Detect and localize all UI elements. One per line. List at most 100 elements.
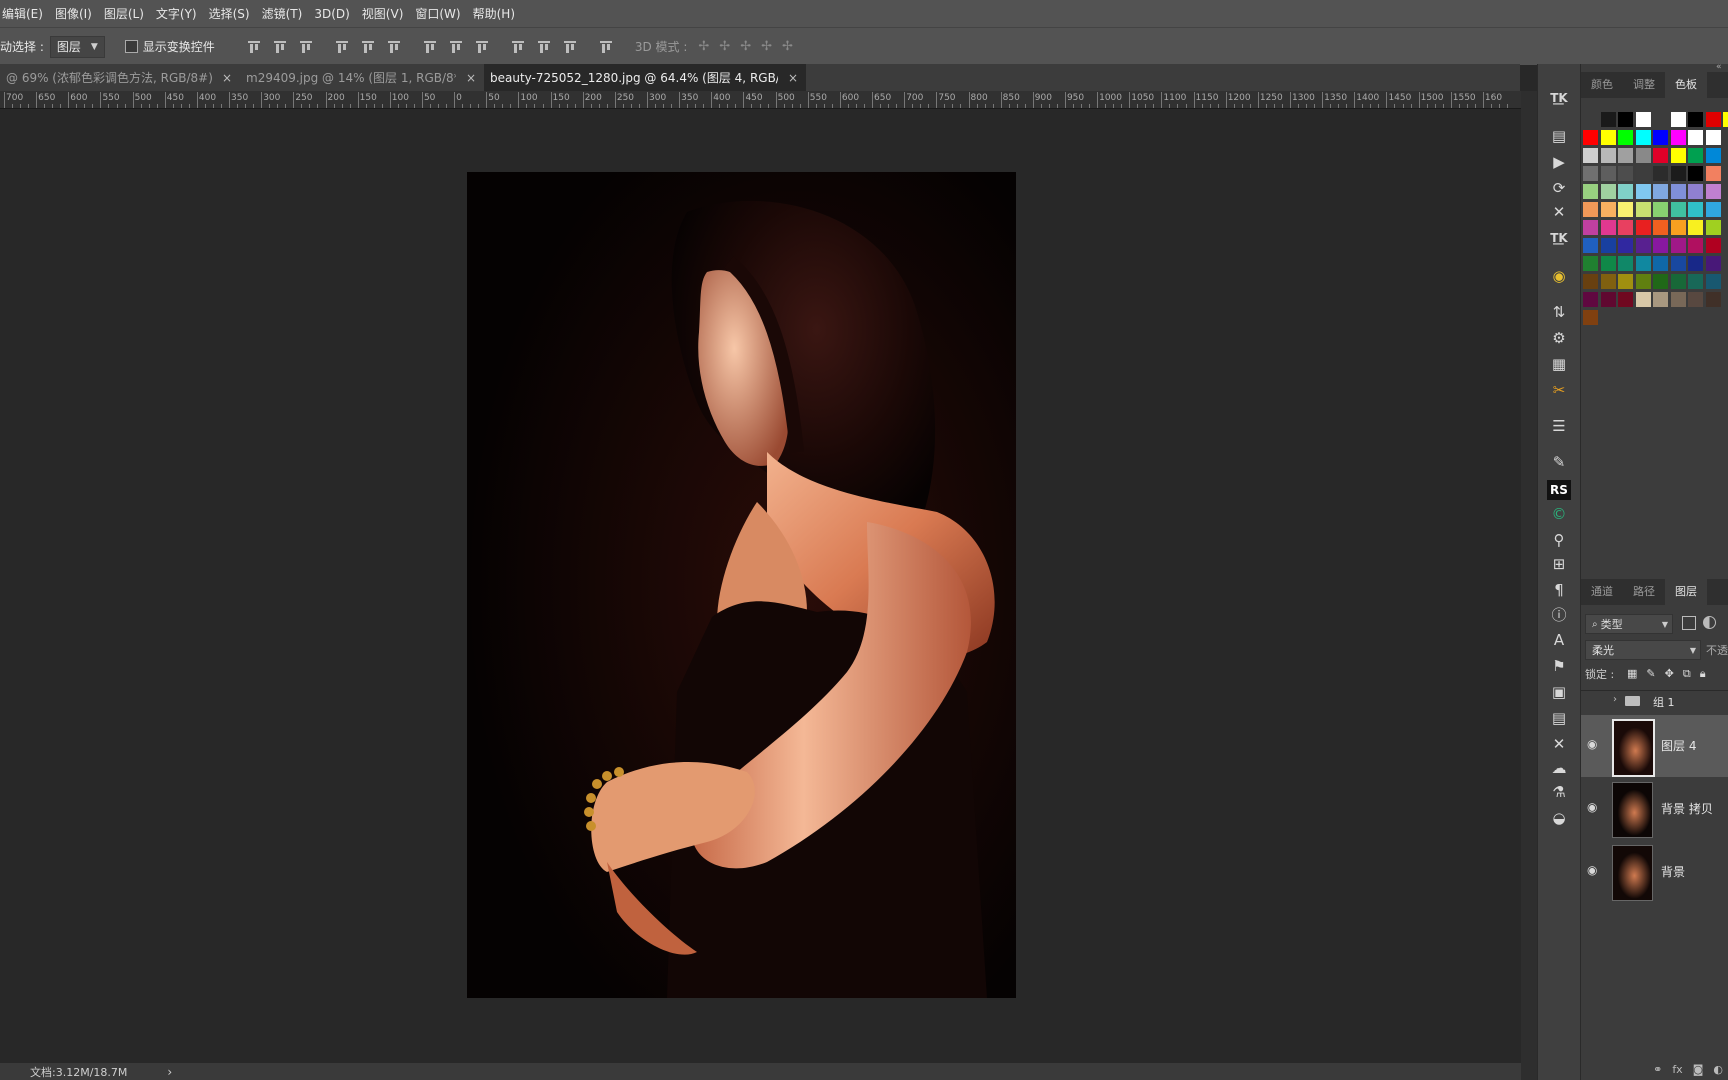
color-swatch[interactable]: [1688, 112, 1703, 127]
tool-adjust-icon[interactable]: ⇅: [1547, 302, 1571, 322]
color-swatch[interactable]: [1670, 130, 1686, 145]
color-swatch[interactable]: [1618, 256, 1633, 271]
color-swatch[interactable]: [1600, 274, 1616, 289]
menu-item-4[interactable]: 选择(S): [209, 5, 250, 22]
eye-icon[interactable]: ◉: [1587, 800, 1601, 814]
color-swatch[interactable]: [1670, 274, 1686, 289]
document-photo[interactable]: [467, 172, 1016, 998]
color-swatch[interactable]: [1670, 202, 1686, 217]
lock-artboard-icon[interactable]: ⧉: [1683, 667, 1691, 681]
tool-TK2-icon[interactable]: T͟K: [1547, 228, 1571, 248]
roll-3d-icon[interactable]: ✢: [719, 39, 730, 54]
close-icon[interactable]: ×: [222, 71, 232, 85]
color-swatch[interactable]: [1705, 130, 1721, 145]
tool-C-icon[interactable]: ©: [1547, 504, 1571, 524]
color-swatch[interactable]: [1688, 274, 1703, 289]
color-swatch[interactable]: [1688, 166, 1703, 181]
slide-3d-icon[interactable]: ✢: [761, 39, 772, 54]
color-swatch[interactable]: [1670, 148, 1686, 163]
fx-icon[interactable]: fx: [1672, 1063, 1682, 1076]
color-swatch[interactable]: [1723, 130, 1728, 145]
show-transform-checkbox[interactable]: [124, 40, 138, 53]
color-swatch[interactable]: [1618, 238, 1633, 253]
color-swatch[interactable]: [1600, 166, 1616, 181]
tool-clipboard-icon[interactable]: ▤: [1547, 126, 1571, 146]
color-swatch[interactable]: [1723, 184, 1728, 199]
link-icon[interactable]: ⚭: [1653, 1063, 1662, 1076]
layer-row[interactable]: ◉ 背景: [1581, 841, 1728, 903]
align-icon-9[interactable]: [511, 40, 525, 54]
color-panel-tab-1[interactable]: 调整: [1623, 76, 1665, 98]
color-swatch[interactable]: [1705, 292, 1721, 307]
color-swatch[interactable]: [1653, 292, 1668, 307]
color-swatch[interactable]: [1635, 130, 1651, 145]
align-icon-12[interactable]: [599, 40, 613, 54]
color-swatch[interactable]: [1653, 130, 1668, 145]
lock-transparent-icon[interactable]: ▦: [1627, 667, 1637, 681]
eye-icon[interactable]: ◉: [1587, 737, 1601, 751]
align-icon-4[interactable]: [361, 40, 375, 54]
menu-item-8[interactable]: 窗口(W): [415, 5, 460, 22]
color-swatch[interactable]: [1653, 148, 1668, 163]
tool-cloud-icon[interactable]: ☁: [1547, 758, 1571, 778]
color-swatch[interactable]: [1723, 166, 1728, 181]
color-swatch[interactable]: [1635, 184, 1651, 199]
color-swatch[interactable]: [1600, 238, 1616, 253]
color-swatch[interactable]: [1635, 238, 1651, 253]
align-icon-5[interactable]: [387, 40, 401, 54]
tool--icon[interactable]: ¶: [1547, 580, 1571, 600]
color-swatch[interactable]: [1723, 256, 1728, 271]
image-filter-icon[interactable]: [1682, 616, 1696, 630]
tool-gear-icon[interactable]: ⚙: [1547, 328, 1571, 348]
color-swatch[interactable]: [1635, 112, 1651, 127]
tool-cross-icon[interactable]: ✕: [1547, 202, 1571, 222]
pan-3d-icon[interactable]: ✢: [740, 39, 751, 54]
layers-panel-tab-0[interactable]: 通道: [1581, 583, 1623, 605]
color-swatch[interactable]: [1600, 220, 1616, 235]
color-swatch[interactable]: [1600, 184, 1616, 199]
color-panel-tab-2[interactable]: 色板: [1665, 70, 1707, 98]
tool-stamp-icon[interactable]: ⚑: [1547, 656, 1571, 676]
menu-item-6[interactable]: 3D(D): [314, 7, 349, 21]
orbit-3d-icon[interactable]: ✢: [698, 39, 709, 54]
color-swatch[interactable]: [1618, 148, 1633, 163]
color-swatch[interactable]: [1618, 202, 1633, 217]
color-swatch[interactable]: [1705, 202, 1721, 217]
align-icon-1[interactable]: [273, 40, 287, 54]
vertical-scrollbar[interactable]: [1521, 91, 1537, 1080]
color-swatch[interactable]: [1688, 220, 1703, 235]
align-icon-11[interactable]: [563, 40, 577, 54]
menu-item-0[interactable]: 编辑(E): [2, 5, 43, 22]
color-swatch[interactable]: [1635, 148, 1651, 163]
color-swatch[interactable]: [1583, 166, 1598, 181]
color-swatch[interactable]: [1653, 274, 1668, 289]
color-swatch[interactable]: [1618, 310, 1633, 325]
color-swatch[interactable]: [1583, 184, 1598, 199]
color-swatch[interactable]: [1705, 184, 1721, 199]
color-swatch[interactable]: [1688, 184, 1703, 199]
color-swatch[interactable]: [1618, 184, 1633, 199]
color-swatch[interactable]: [1600, 148, 1616, 163]
color-swatch[interactable]: [1670, 310, 1686, 325]
tool-rotate-icon[interactable]: ⟳: [1547, 178, 1571, 198]
color-swatch[interactable]: [1618, 112, 1633, 127]
tool-brush-icon[interactable]: ✎: [1547, 452, 1571, 472]
color-swatch[interactable]: [1583, 256, 1598, 271]
align-icon-8[interactable]: [475, 40, 489, 54]
menu-item-7[interactable]: 视图(V): [362, 5, 404, 22]
color-swatch[interactable]: [1688, 202, 1703, 217]
color-swatch[interactable]: [1600, 292, 1616, 307]
color-swatch[interactable]: [1705, 256, 1721, 271]
tool-sprinkle-icon[interactable]: ⚲: [1547, 530, 1571, 550]
color-swatch[interactable]: [1618, 130, 1633, 145]
color-swatch[interactable]: [1688, 148, 1703, 163]
mask-icon[interactable]: ◙: [1693, 1063, 1704, 1076]
tool-sliders-icon[interactable]: ☰: [1547, 416, 1571, 436]
color-swatch[interactable]: [1705, 310, 1721, 325]
tool-mesh-icon[interactable]: ⊞: [1547, 554, 1571, 574]
color-panel-tab-0[interactable]: 颜色: [1581, 76, 1623, 98]
color-swatch[interactable]: [1583, 310, 1598, 325]
layers-panel-tab-2[interactable]: 图层: [1665, 577, 1707, 605]
adjustment-filter-icon[interactable]: [1703, 616, 1716, 629]
layer-group-row[interactable]: › 组 1: [1581, 691, 1728, 713]
